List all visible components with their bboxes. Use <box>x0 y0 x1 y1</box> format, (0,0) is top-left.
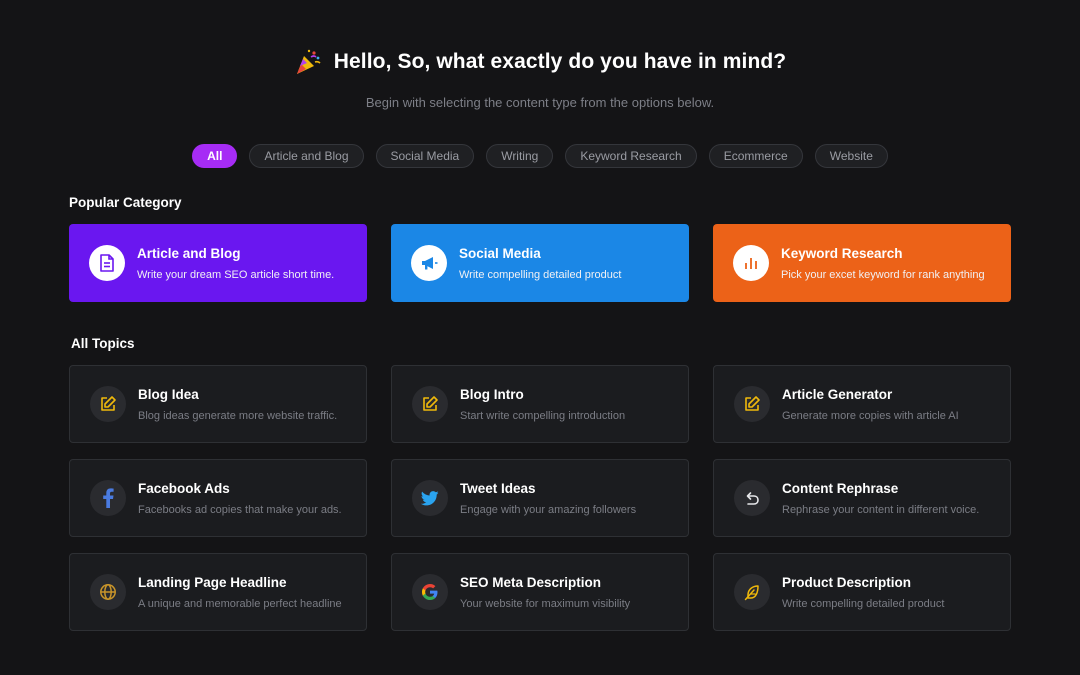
popular-card-title: Social Media <box>459 245 541 261</box>
document-icon <box>89 245 125 281</box>
hero: Hello, So, what exactly do you have in m… <box>0 48 1080 110</box>
popular-card-article-and-blog[interactable]: Article and Blog Write your dream SEO ar… <box>69 224 367 302</box>
facebook-icon <box>90 480 126 516</box>
topic-card-seo-meta-description[interactable]: SEO Meta Description Your website for ma… <box>391 553 689 631</box>
topic-card-desc: Engage with your amazing followers <box>460 503 637 516</box>
topic-card-desc: Facebooks ad copies that make your ads. <box>138 503 342 516</box>
topic-card-title: Article Generator <box>782 386 893 402</box>
topic-card-blog-intro[interactable]: Blog Intro Start write compelling introd… <box>391 365 689 443</box>
filter-chip-ecommerce[interactable]: Ecommerce <box>708 144 803 168</box>
topic-card-title: Content Rephrase <box>782 480 899 496</box>
globe-icon <box>90 574 126 610</box>
topic-card-desc: Write compelling detailed product <box>782 597 945 610</box>
filter-chip-website[interactable]: Website <box>814 144 888 168</box>
topic-card-title: Tweet Ideas <box>460 480 536 496</box>
topic-card-content-rephrase[interactable]: Content Rephrase Rephrase your content i… <box>713 459 1011 537</box>
topic-card-title: Product Description <box>782 574 912 590</box>
topic-card-desc: Rephrase your content in different voice… <box>782 503 980 516</box>
filter-chip-article-and-blog[interactable]: Article and Blog <box>249 144 364 168</box>
edit-icon <box>734 386 770 422</box>
topic-card-blog-idea[interactable]: Blog Idea Blog ideas generate more websi… <box>69 365 367 443</box>
google-icon <box>412 574 448 610</box>
megaphone-icon <box>411 245 447 281</box>
popular-card-social-media[interactable]: Social Media Write compelling detailed p… <box>391 224 689 302</box>
topic-card-desc: Your website for maximum visibility <box>460 597 631 610</box>
popular-card-desc: Write your dream SEO article short time. <box>137 268 335 281</box>
popular-card-title: Article and Blog <box>137 245 241 261</box>
topic-card-title: Landing Page Headline <box>138 574 287 590</box>
bar-chart-icon <box>733 245 769 281</box>
undo-icon <box>734 480 770 516</box>
popular-category-heading: Popular Category <box>69 195 182 210</box>
topic-card-title: SEO Meta Description <box>460 574 602 590</box>
topic-card-desc: Start write compelling introduction <box>460 409 626 422</box>
filter-chip-keyword-research[interactable]: Keyword Research <box>565 144 697 168</box>
page-subtitle: Begin with selecting the content type fr… <box>365 95 715 110</box>
topic-card-desc: A unique and memorable perfect headline <box>138 597 342 610</box>
topic-card-desc: Blog ideas generate more website traffic… <box>138 409 338 422</box>
filter-chip-writing[interactable]: Writing <box>486 144 554 168</box>
topic-card-desc: Generate more copies with article AI <box>782 409 959 422</box>
topic-card-product-description[interactable]: Product Description Write compelling det… <box>713 553 1011 631</box>
popular-card-title: Keyword Research <box>781 245 903 261</box>
topic-card-landing-page-headline[interactable]: Landing Page Headline A unique and memor… <box>69 553 367 631</box>
all-topics-grid: Blog Idea Blog ideas generate more websi… <box>69 365 1011 631</box>
popular-card-desc: Pick your excet keyword for rank anythin… <box>781 268 985 281</box>
twitter-icon <box>412 480 448 516</box>
topic-card-title: Facebook Ads <box>138 480 230 496</box>
party-popper-icon <box>294 48 322 76</box>
popular-card-keyword-research[interactable]: Keyword Research Pick your excet keyword… <box>713 224 1011 302</box>
popular-category-grid: Article and Blog Write your dream SEO ar… <box>69 224 1011 302</box>
topic-card-title: Blog Idea <box>138 386 199 402</box>
edit-icon <box>412 386 448 422</box>
edit-icon <box>90 386 126 422</box>
category-filter-bar: All Article and Blog Social Media Writin… <box>0 144 1080 168</box>
all-topics-heading: All Topics <box>71 336 135 351</box>
filter-chip-social-media[interactable]: Social Media <box>375 144 475 168</box>
popular-card-desc: Write compelling detailed product <box>459 268 622 281</box>
page-title-text: Hello, So, what exactly do you have in m… <box>333 50 787 73</box>
topic-card-article-generator[interactable]: Article Generator Generate more copies w… <box>713 365 1011 443</box>
page: Hello, So, what exactly do you have in m… <box>0 0 1080 675</box>
topic-card-title: Blog Intro <box>460 386 524 402</box>
topic-card-facebook-ads[interactable]: Facebook Ads Facebooks ad copies that ma… <box>69 459 367 537</box>
filter-chip-all[interactable]: All <box>192 144 238 168</box>
feather-icon <box>734 574 770 610</box>
topic-card-tweet-ideas[interactable]: Tweet Ideas Engage with your amazing fol… <box>391 459 689 537</box>
page-title: Hello, So, what exactly do you have in m… <box>294 48 787 76</box>
